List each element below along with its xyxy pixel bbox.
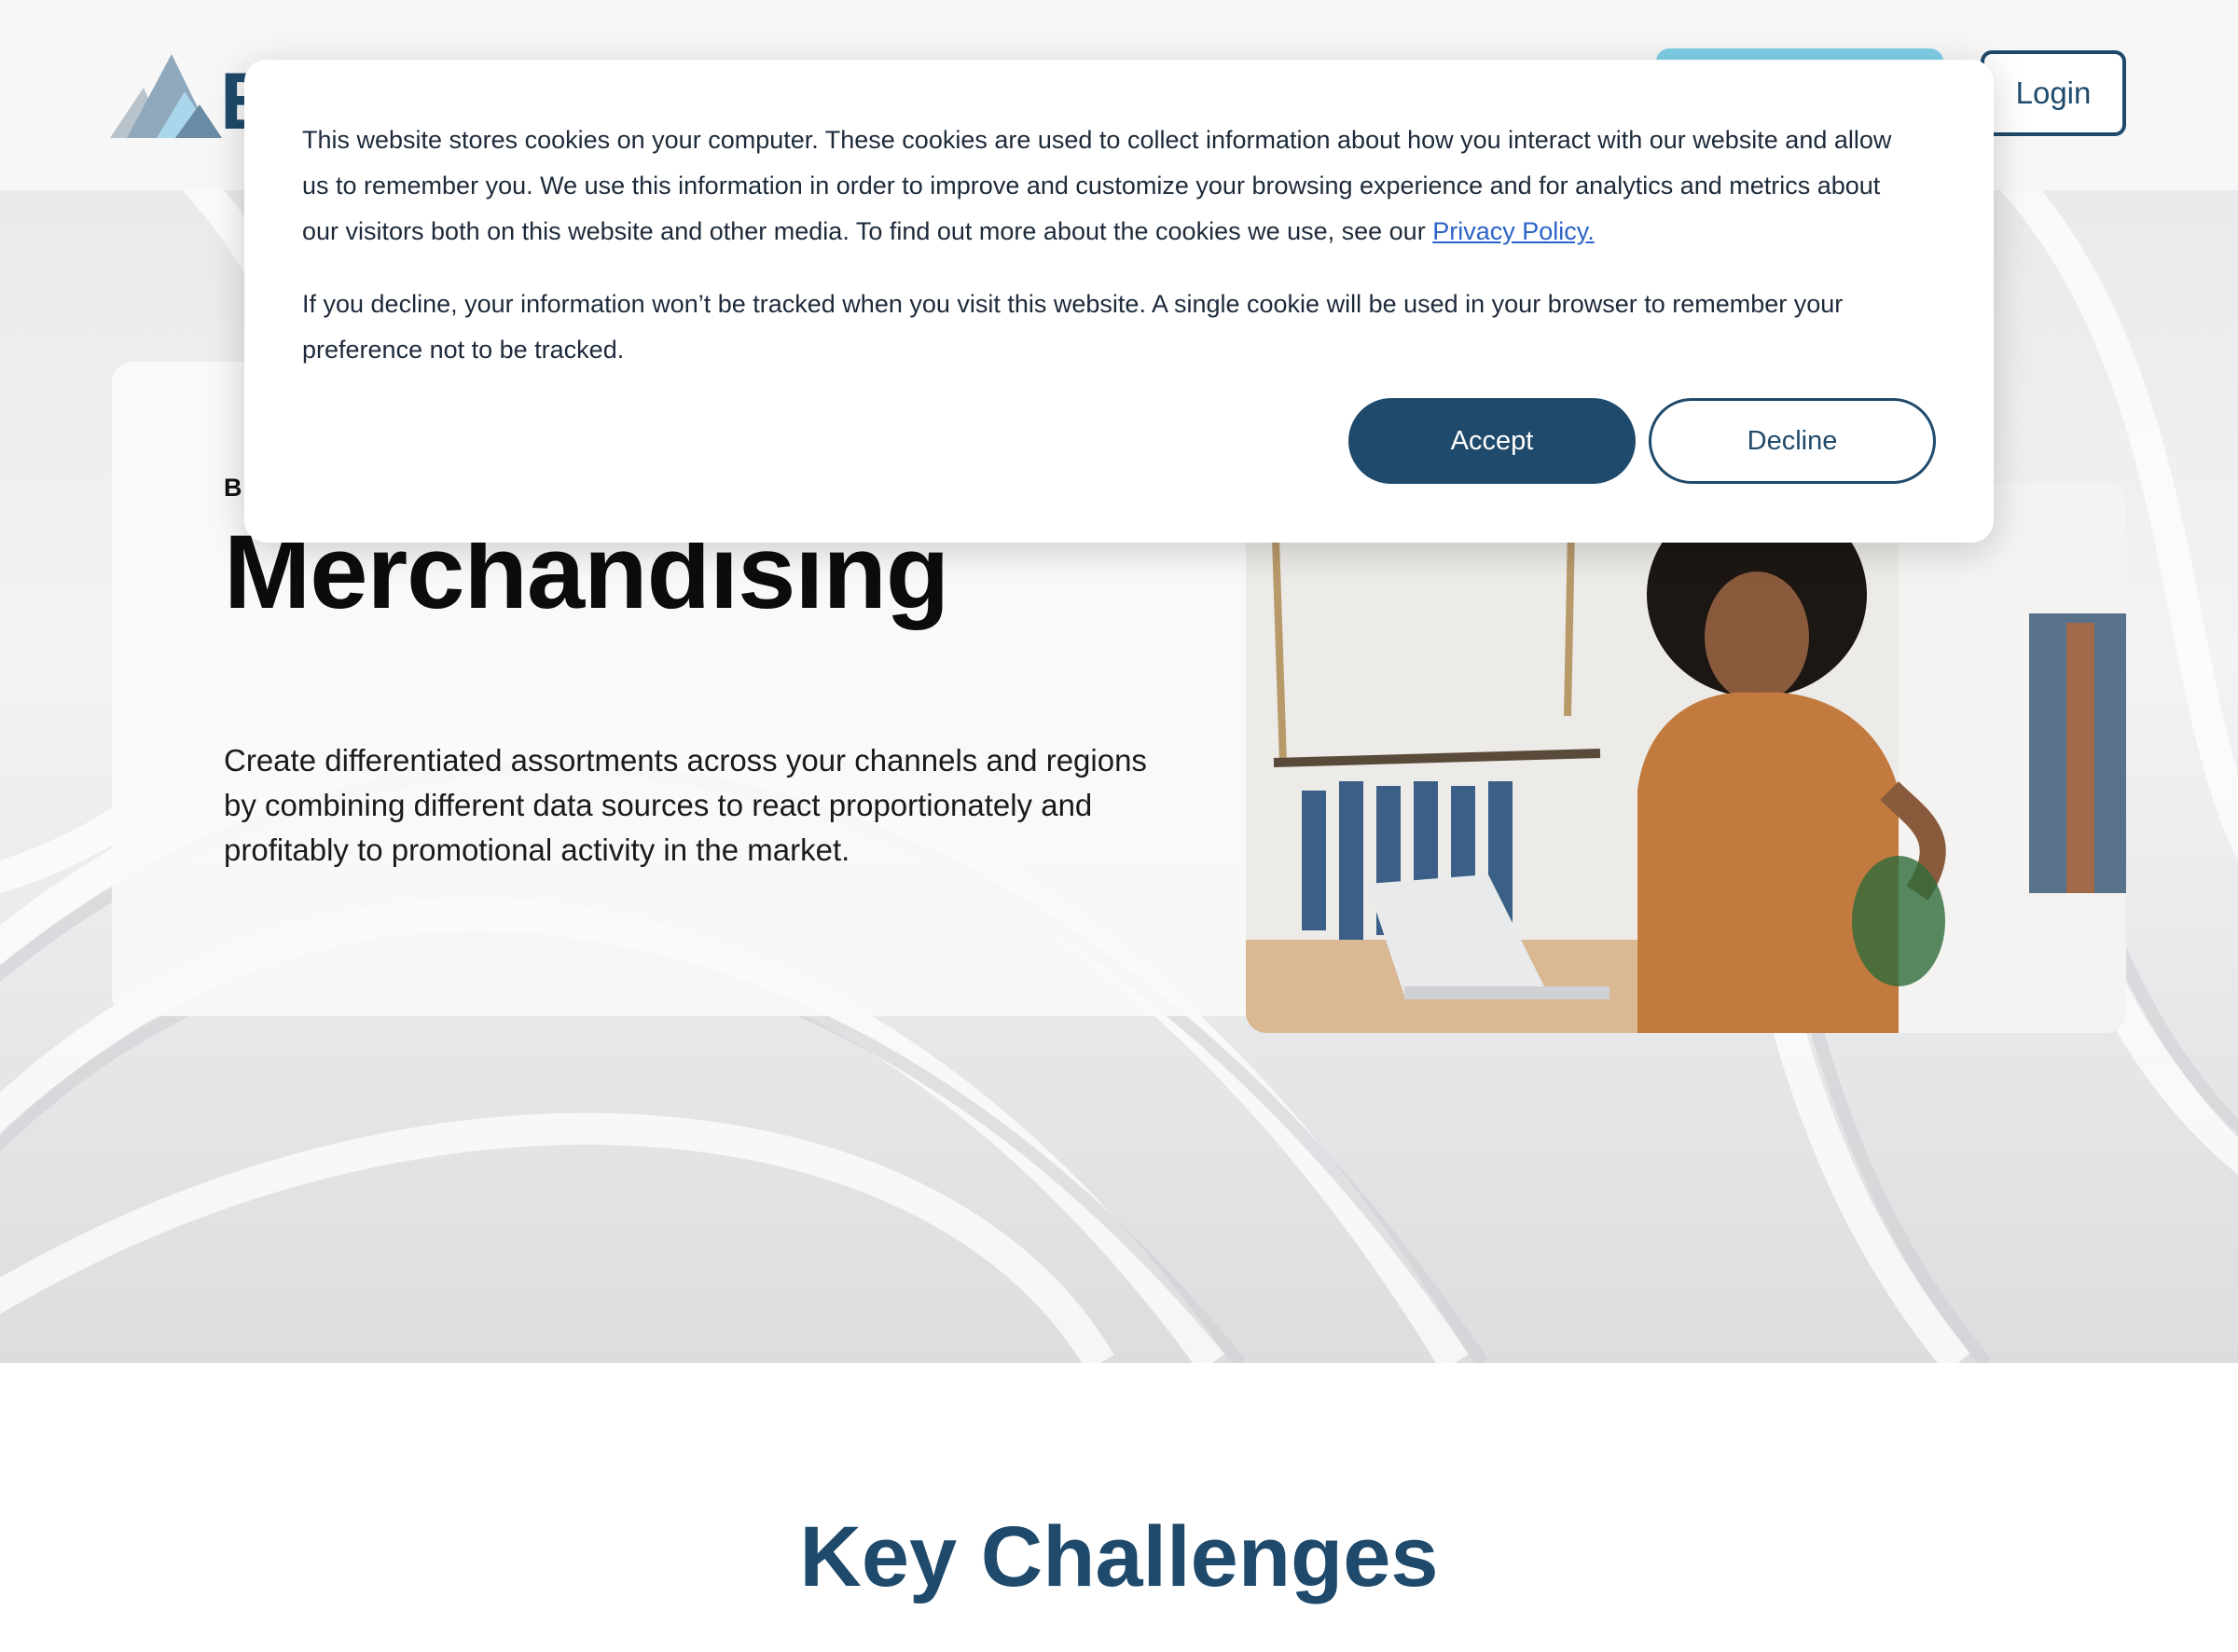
cookie-consent-banner: This website stores cookies on your comp… <box>244 60 1994 543</box>
hero-description: Create differentiated assortments across… <box>224 743 1147 867</box>
cookie-text-primary: This website stores cookies on your comp… <box>302 117 1915 255</box>
decline-button[interactable]: Decline <box>1649 398 1936 484</box>
hero-eyebrow: B <box>224 474 242 502</box>
login-button[interactable]: Login <box>1981 50 2126 136</box>
cookie-text-secondary: If you decline, your information won’t b… <box>302 290 1844 364</box>
cookie-text-body: This website stores cookies on your comp… <box>302 126 1892 245</box>
accept-button[interactable]: Accept <box>1348 398 1636 484</box>
hero-image <box>1246 483 2126 1033</box>
key-challenges-heading: Key Challenges <box>799 1509 1439 1604</box>
privacy-policy-link[interactable]: Privacy Policy. <box>1432 217 1595 245</box>
